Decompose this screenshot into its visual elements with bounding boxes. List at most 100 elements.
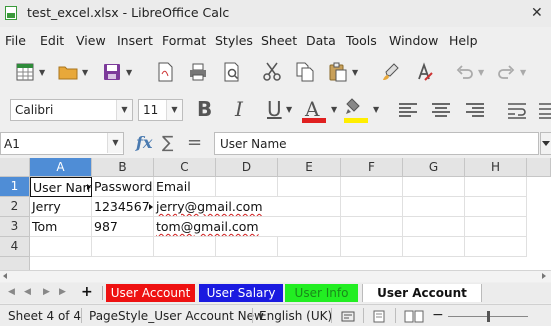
menu-styles[interactable]: Styles	[215, 33, 253, 48]
cell-h2[interactable]	[465, 197, 527, 217]
cell-a4[interactable]	[30, 237, 92, 257]
page-style[interactable]: PageStyle_User Account New	[89, 309, 264, 323]
redo-dropdown-icon[interactable]: ▼	[520, 68, 526, 77]
cell-e2[interactable]	[278, 197, 341, 217]
language[interactable]: English (UK)	[259, 309, 332, 323]
cell-b3[interactable]: 987	[92, 217, 154, 237]
new-dropdown-icon[interactable]: ▼	[39, 68, 45, 77]
cell-a1[interactable]: User Name	[30, 177, 92, 197]
underline-button[interactable]: U	[267, 97, 282, 121]
row-header-3[interactable]: 3	[0, 217, 30, 237]
paste-dropdown-icon[interactable]: ▼	[352, 68, 358, 77]
clear-formatting-icon[interactable]	[414, 62, 434, 82]
align-left-icon[interactable]	[398, 102, 418, 120]
font-color-dropdown-icon[interactable]: ▼	[331, 105, 337, 114]
sheet-tab-user-account[interactable]: User Account	[106, 284, 195, 302]
highlight-button[interactable]	[344, 97, 368, 123]
menu-insert[interactable]: Insert	[117, 33, 153, 48]
column-header-d[interactable]: D	[216, 158, 278, 177]
select-all-corner[interactable]	[0, 158, 30, 177]
save-icon[interactable]	[102, 62, 122, 82]
clone-formatting-icon[interactable]	[381, 62, 401, 82]
font-color-button[interactable]: A	[302, 97, 326, 123]
cell-g2[interactable]	[403, 197, 465, 217]
signature-icon[interactable]	[404, 310, 424, 323]
row-header-5[interactable]	[0, 257, 30, 270]
chevron-down-icon[interactable]: ▼	[107, 133, 123, 153]
cell-c2[interactable]: jerry@gmail.com	[154, 197, 278, 217]
cell-g1[interactable]	[403, 177, 465, 197]
chevron-down-icon[interactable]: ▼	[166, 100, 182, 120]
row-header-2[interactable]: 2	[0, 197, 30, 217]
cell-e1[interactable]	[278, 177, 341, 197]
undo-dropdown-icon[interactable]: ▼	[478, 68, 484, 77]
scroll-right-icon[interactable]	[542, 273, 546, 279]
italic-button[interactable]: I	[235, 97, 243, 121]
cell-c4[interactable]	[154, 237, 216, 257]
zoom-out-button[interactable]: −	[432, 307, 444, 323]
column-header-f[interactable]: F	[341, 158, 403, 177]
sheet-tab-user-info[interactable]: User Info	[285, 284, 358, 302]
sheet-tab-user-salary[interactable]: User Salary	[199, 284, 283, 302]
cell-h1[interactable]	[465, 177, 527, 197]
previous-sheet-button[interactable]: ◀	[24, 287, 31, 297]
print-preview-icon[interactable]	[222, 62, 242, 82]
cell-g3[interactable]	[403, 217, 465, 237]
column-header-a[interactable]: A	[30, 158, 92, 177]
cell-b2[interactable]: 1234567	[92, 197, 154, 217]
close-window-button[interactable]: ✕	[531, 5, 543, 21]
menu-file[interactable]: File	[5, 33, 26, 48]
highlight-dropdown-icon[interactable]: ▼	[373, 105, 379, 114]
cell-f3[interactable]	[341, 217, 403, 237]
font-size-combo[interactable]: 11 ▼	[138, 99, 183, 121]
cell-a3[interactable]: Tom	[30, 217, 92, 237]
sheet-tab-user-account-new[interactable]: User Account New	[362, 284, 482, 318]
cut-icon[interactable]	[262, 62, 282, 82]
open-dropdown-icon[interactable]: ▼	[82, 68, 88, 77]
column-header-h[interactable]: H	[465, 158, 527, 177]
menu-help[interactable]: Help	[449, 33, 478, 48]
cell-e3[interactable]	[278, 217, 341, 237]
menu-view[interactable]: View	[76, 33, 106, 48]
align-center-icon[interactable]	[431, 102, 451, 120]
name-box[interactable]: A1 ▼	[0, 132, 124, 155]
column-header-g[interactable]: G	[403, 158, 465, 177]
formula-input[interactable]: User Name	[214, 132, 539, 155]
copy-icon[interactable]	[295, 62, 315, 82]
sum-button[interactable]: ∑	[162, 133, 173, 153]
selection-mode-icon[interactable]	[341, 311, 355, 322]
paste-icon[interactable]	[328, 62, 348, 82]
cell-c3[interactable]: tom@gmail.com	[154, 217, 278, 237]
cell-h4[interactable]	[465, 237, 527, 257]
font-name-combo[interactable]: Calibri ▼	[10, 99, 133, 121]
redo-icon[interactable]	[496, 62, 516, 82]
column-header-c[interactable]: C	[154, 158, 216, 177]
cell-f1[interactable]	[341, 177, 403, 197]
underline-dropdown-icon[interactable]: ▼	[286, 105, 292, 114]
function-wizard-button[interactable]: fx	[136, 133, 152, 152]
scroll-left-icon[interactable]	[3, 273, 7, 279]
bold-button[interactable]: B	[197, 97, 212, 121]
menu-data[interactable]: Data	[306, 33, 336, 48]
add-sheet-button[interactable]: +	[81, 284, 93, 300]
column-header-e[interactable]: E	[278, 158, 341, 177]
row-header-1[interactable]: 1	[0, 177, 30, 197]
chevron-down-icon[interactable]: ▼	[116, 100, 132, 120]
cell-f2[interactable]	[341, 197, 403, 217]
spreadsheet-grid[interactable]: A B C D E F G H 1 2 3 4 User Name Passwo…	[0, 158, 551, 270]
spreadsheet-new-icon[interactable]	[15, 62, 35, 82]
cell-b1[interactable]: Password	[92, 177, 154, 197]
menu-format[interactable]: Format	[162, 33, 206, 48]
first-sheet-button[interactable]: ◀	[8, 287, 15, 297]
menu-window[interactable]: Window	[389, 33, 438, 48]
cell-h3[interactable]	[465, 217, 527, 237]
wrap-text-icon[interactable]	[507, 102, 527, 120]
cell-b4[interactable]	[92, 237, 154, 257]
column-header-partial[interactable]	[527, 158, 551, 177]
row-header-4[interactable]: 4	[0, 237, 30, 257]
last-sheet-button[interactable]: ▶	[59, 287, 66, 297]
menu-sheet[interactable]: Sheet	[261, 33, 297, 48]
print-icon[interactable]	[188, 62, 208, 82]
export-pdf-icon[interactable]	[155, 62, 175, 82]
cell-d1[interactable]	[216, 177, 278, 197]
